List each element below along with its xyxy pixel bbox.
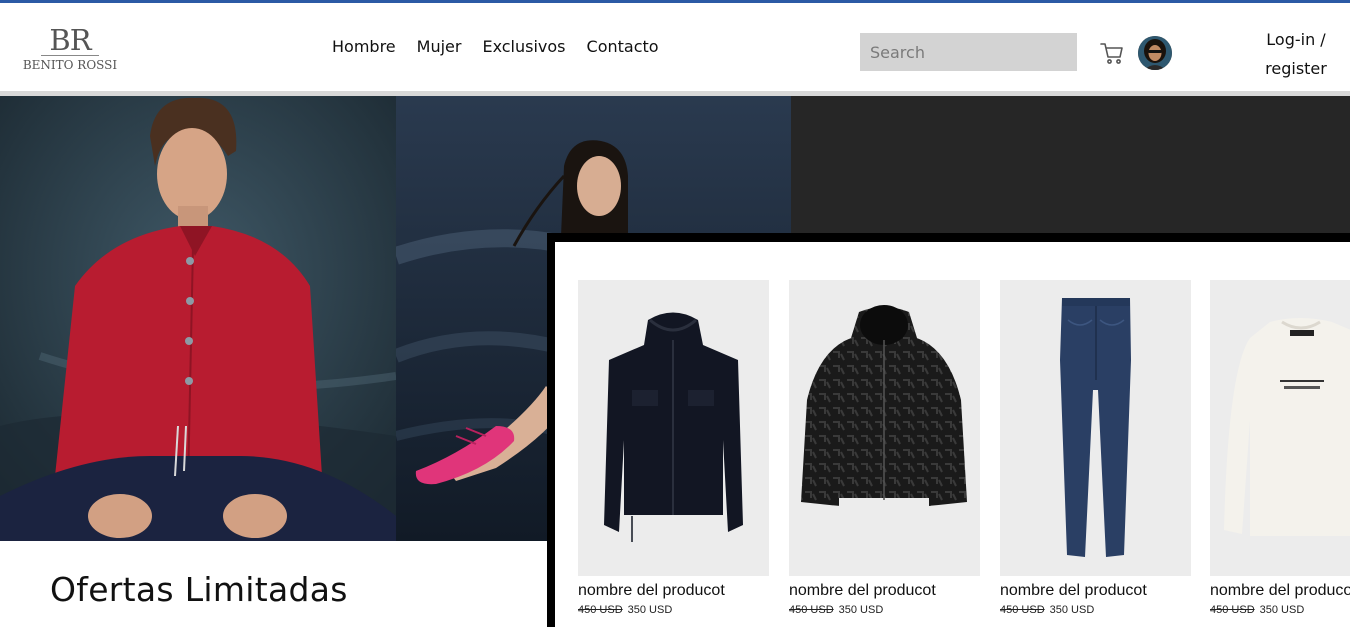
product-price: 450 USD 350 USD — [578, 604, 769, 616]
brand-logo[interactable]: BR BENITO ROSSI — [20, 25, 120, 72]
login-label: Log-in / — [1266, 30, 1326, 49]
product-current-price: 350 USD — [1049, 604, 1095, 616]
product-name[interactable]: nombre del producot — [1210, 582, 1350, 600]
product-image-blue-skinny-jeans[interactable] — [1000, 280, 1191, 576]
login-register-link[interactable]: Log-in / register — [1256, 25, 1336, 83]
nav-item-mujer[interactable]: Mujer — [417, 37, 462, 56]
product-old-price: 450 USD — [1210, 604, 1255, 616]
product-image-black-hooded-jacket[interactable] — [578, 280, 769, 576]
brand-monogram: BR — [49, 23, 91, 57]
product-name[interactable]: nombre del producot — [789, 582, 980, 600]
search-input[interactable] — [860, 33, 1077, 71]
cart-icon[interactable] — [1099, 40, 1125, 66]
product-card[interactable]: nombre del producot 450 USD 350 USD — [1210, 280, 1350, 616]
nav-item-hombre[interactable]: Hombre — [332, 37, 396, 56]
product-price: 450 USD 350 USD — [1000, 604, 1191, 616]
product-card[interactable]: nombre del producot 450 USD 350 USD — [789, 280, 980, 616]
main-nav: Hombre Mujer Exclusivos Contacto — [332, 37, 659, 56]
product-price: 450 USD 350 USD — [789, 604, 980, 616]
site-header: BR BENITO ROSSI Hombre Mujer Exclusivos … — [0, 3, 1350, 91]
nav-item-exclusivos[interactable]: Exclusivos — [482, 37, 565, 56]
product-old-price: 450 USD — [1000, 604, 1045, 616]
product-current-price: 350 USD — [1259, 604, 1305, 616]
offers-heading: Ofertas Limitadas — [50, 570, 348, 609]
product-card[interactable]: nombre del producot 450 USD 350 USD — [1000, 280, 1191, 616]
product-price: 450 USD 350 USD — [1210, 604, 1350, 616]
user-avatar[interactable] — [1138, 36, 1172, 70]
register-label: register — [1265, 59, 1327, 78]
product-current-price: 350 USD — [627, 604, 673, 616]
product-list: nombre del producot 450 USD 350 USD nomb… — [555, 242, 1350, 627]
product-image-black-logo-print-parka[interactable] — [789, 280, 980, 576]
product-old-price: 450 USD — [789, 604, 834, 616]
product-name[interactable]: nombre del producot — [1000, 582, 1191, 600]
product-name[interactable]: nombre del producot — [578, 582, 769, 600]
hero-image-man-red-jacket[interactable] — [0, 96, 396, 541]
nav-item-contacto[interactable]: Contacto — [587, 37, 659, 56]
product-old-price: 450 USD — [578, 604, 623, 616]
product-current-price: 350 USD — [838, 604, 884, 616]
product-card[interactable]: nombre del producot 450 USD 350 USD — [578, 280, 769, 616]
products-panel: nombre del producot 450 USD 350 USD nomb… — [547, 233, 1350, 627]
brand-name: BENITO ROSSI — [22, 58, 118, 72]
product-image-white-sweatshirt[interactable] — [1210, 280, 1350, 576]
